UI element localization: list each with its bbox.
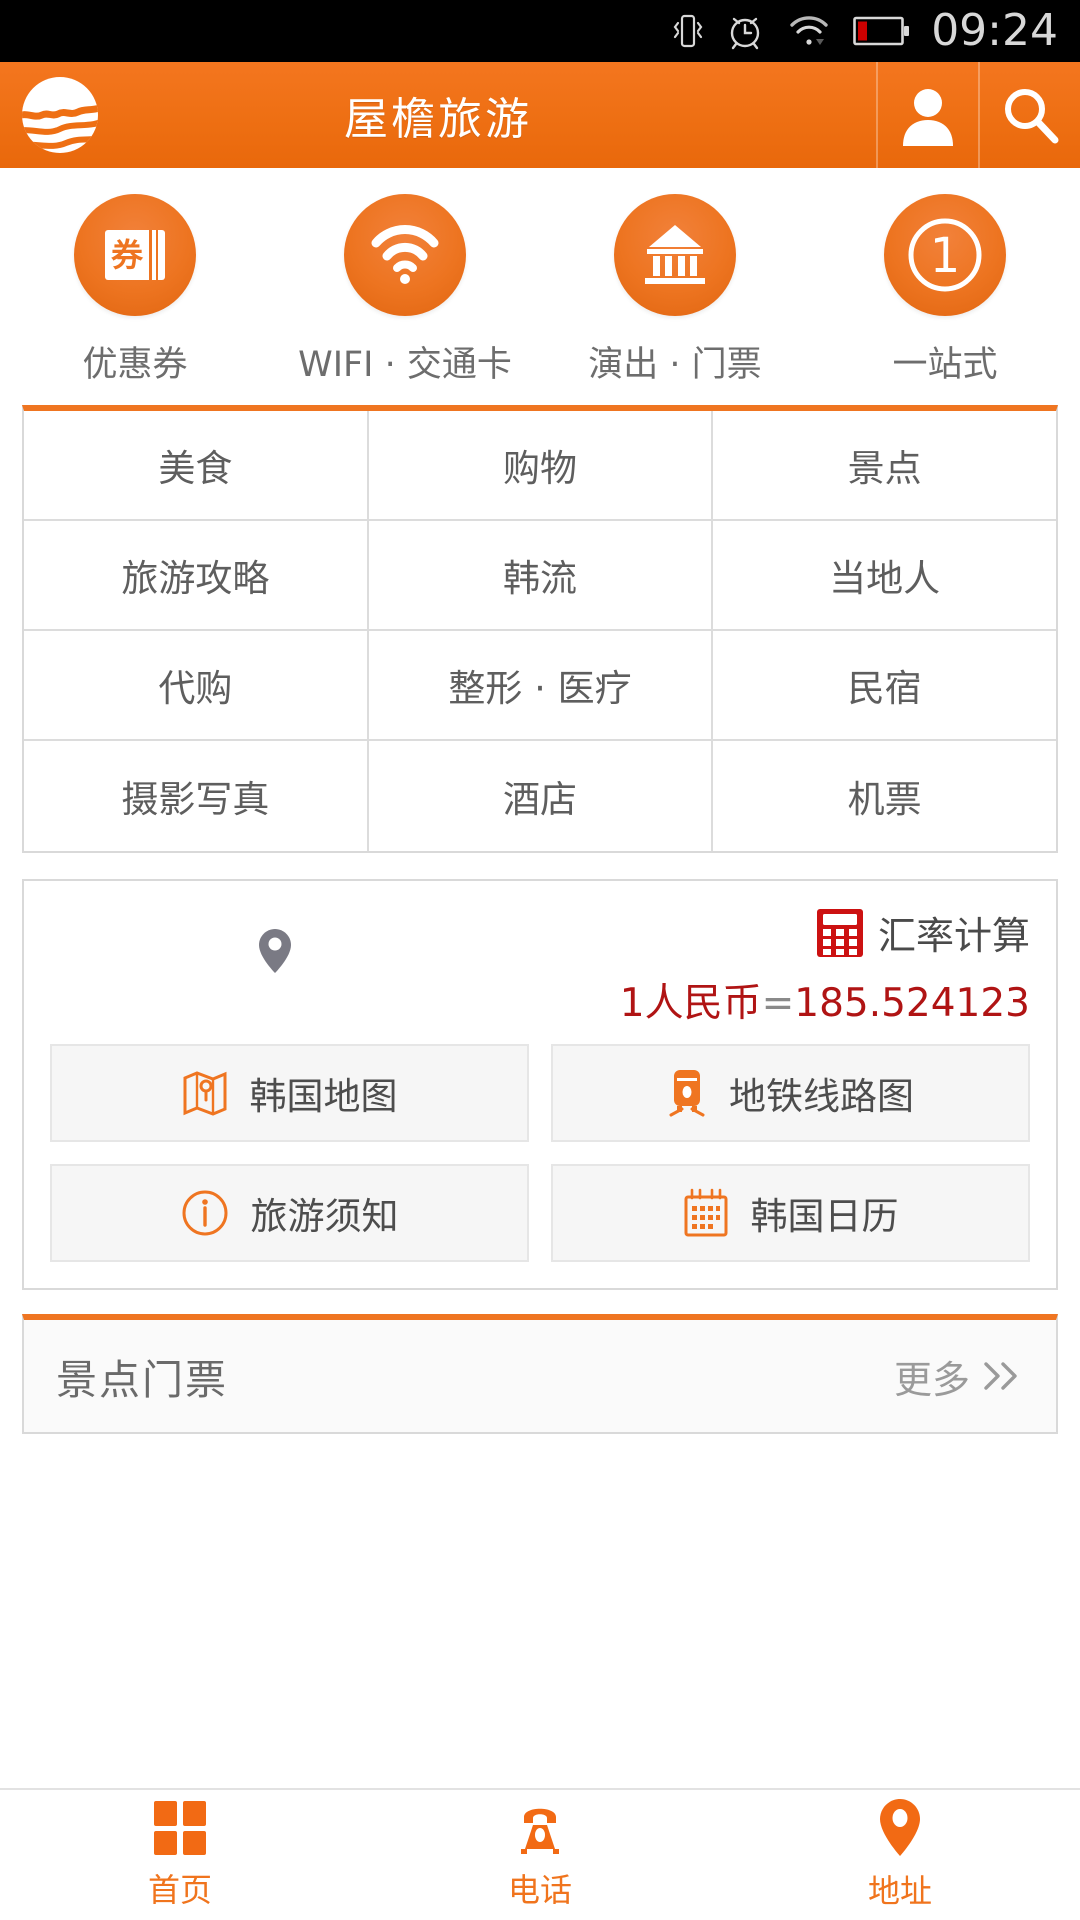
menu-row: 摄影写真 酒店 机票 bbox=[24, 741, 1056, 851]
tool-button-label: 韩国日历 bbox=[751, 1186, 899, 1240]
page-title: 屋檐旅游 bbox=[0, 62, 876, 168]
menu-cell-flight-ticket[interactable]: 机票 bbox=[713, 741, 1056, 851]
nav-item-home[interactable]: 首页 bbox=[0, 1790, 360, 1920]
nav-item-label: 电话 bbox=[508, 1865, 572, 1911]
wifi-icon bbox=[370, 225, 440, 285]
search-icon bbox=[1000, 85, 1060, 145]
menu-row: 代购 整形 · 医疗 民宿 bbox=[24, 631, 1056, 741]
quick-link-label: 优惠券 bbox=[82, 336, 187, 387]
status-bar: 09:24 bbox=[0, 0, 1080, 62]
quick-links-row: 券 优惠券 WIFI · 交通卡 bbox=[0, 168, 1080, 405]
tool-button-travel-notice[interactable]: 旅游须知 bbox=[50, 1164, 529, 1262]
nav-item-label: 首页 bbox=[148, 1865, 212, 1911]
folded-map-icon bbox=[182, 1069, 228, 1117]
menu-cell-photography[interactable]: 摄影写真 bbox=[24, 741, 369, 851]
menu-cell-food[interactable]: 美食 bbox=[24, 411, 369, 519]
nav-item-address[interactable]: 地址 bbox=[720, 1790, 1080, 1920]
quick-link-label: WIFI · 交通卡 bbox=[298, 336, 512, 387]
map-pin-icon bbox=[258, 927, 292, 975]
number-one-circle-icon: 1 bbox=[906, 216, 984, 294]
battery-low-icon bbox=[853, 14, 911, 48]
menu-row: 美食 购物 景点 bbox=[24, 411, 1056, 521]
wifi-icon bbox=[787, 11, 831, 51]
tool-button-label: 地铁线路图 bbox=[729, 1066, 914, 1120]
category-menu-grid: 美食 购物 景点 旅游攻略 韩流 当地人 代购 整形 · 医疗 民宿 摄影写真 … bbox=[22, 405, 1058, 853]
menu-cell-attractions[interactable]: 景点 bbox=[713, 411, 1056, 519]
profile-button[interactable] bbox=[876, 62, 978, 168]
menu-cell-hotel[interactable]: 酒店 bbox=[369, 741, 714, 851]
menu-cell-purchasing-agent[interactable]: 代购 bbox=[24, 631, 369, 739]
quick-link-label: 演出 · 门票 bbox=[588, 336, 761, 387]
vibrate-icon bbox=[673, 11, 703, 51]
chevron-double-right-icon bbox=[980, 1358, 1024, 1394]
status-clock: 09:24 bbox=[931, 9, 1058, 53]
quick-link-circle: 券 bbox=[74, 194, 196, 316]
nav-item-phone[interactable]: 电话 bbox=[360, 1790, 720, 1920]
tool-button-label: 韩国地图 bbox=[250, 1066, 398, 1120]
tool-button-korea-map[interactable]: 韩国地图 bbox=[50, 1044, 529, 1142]
menu-cell-locals[interactable]: 当地人 bbox=[713, 521, 1056, 629]
section-more-label: 更多 bbox=[894, 1349, 970, 1404]
coupon-icon: 券 bbox=[103, 226, 167, 284]
menu-row: 旅游攻略 韩流 当地人 bbox=[24, 521, 1056, 631]
svg-text:1: 1 bbox=[930, 228, 961, 284]
menu-cell-homestay[interactable]: 民宿 bbox=[713, 631, 1056, 739]
section-title: 景点门票 bbox=[56, 1346, 228, 1406]
tool-button-label: 旅游须知 bbox=[251, 1186, 399, 1240]
menu-cell-travel-guide[interactable]: 旅游攻略 bbox=[24, 521, 369, 629]
app-screen: 09:24 屋檐旅游 bbox=[0, 0, 1080, 1920]
museum-icon bbox=[641, 223, 709, 287]
location-area[interactable] bbox=[50, 905, 500, 975]
tools-card: 汇率计算 1人民币=185.524123 韩国地图 bbox=[22, 879, 1058, 1290]
quick-link-wifi-transport[interactable]: WIFI · 交通卡 bbox=[270, 194, 540, 387]
menu-cell-hallyu[interactable]: 韩流 bbox=[369, 521, 714, 629]
tool-button-grid: 韩国地图 地铁线路图 旅游须知 bbox=[24, 1034, 1056, 1288]
quick-link-coupon[interactable]: 券 优惠券 bbox=[0, 194, 270, 387]
exchange-rate-title: 汇率计算 bbox=[878, 905, 1030, 960]
exchange-rate-header: 汇率计算 bbox=[816, 905, 1030, 960]
app-header: 屋檐旅游 bbox=[0, 62, 1080, 168]
calculator-icon bbox=[816, 908, 864, 958]
calendar-icon bbox=[683, 1188, 729, 1238]
content-spacer bbox=[0, 1434, 1080, 1788]
nav-item-label: 地址 bbox=[868, 1866, 932, 1912]
telephone-icon bbox=[511, 1799, 569, 1857]
subway-train-icon bbox=[667, 1068, 707, 1118]
status-icons bbox=[673, 11, 911, 51]
quick-link-circle: 1 bbox=[884, 194, 1006, 316]
menu-cell-plastic-surgery-medical[interactable]: 整形 · 医疗 bbox=[369, 631, 714, 739]
section-more-link[interactable]: 更多 bbox=[894, 1349, 1024, 1404]
rate-base: 1人民币 bbox=[620, 981, 762, 1026]
grid-home-icon bbox=[152, 1799, 208, 1857]
map-pin-icon bbox=[878, 1798, 922, 1858]
info-circle-icon bbox=[181, 1189, 229, 1237]
rate-equals: = bbox=[762, 981, 795, 1026]
exchange-rate-value: 1人民币=185.524123 bbox=[620, 972, 1030, 1028]
tools-top-row: 汇率计算 1人民币=185.524123 bbox=[24, 881, 1056, 1034]
rate-amount: 185.524123 bbox=[794, 981, 1030, 1026]
exchange-rate-area[interactable]: 汇率计算 1人民币=185.524123 bbox=[500, 905, 1030, 1028]
tool-button-korea-calendar[interactable]: 韩国日历 bbox=[551, 1164, 1030, 1262]
svg-text:券: 券 bbox=[111, 236, 144, 274]
quick-link-show-ticket[interactable]: 演出 · 门票 bbox=[540, 194, 810, 387]
section-header-attraction-tickets[interactable]: 景点门票 更多 bbox=[22, 1314, 1058, 1434]
person-icon bbox=[899, 84, 957, 146]
tool-button-subway-map[interactable]: 地铁线路图 bbox=[551, 1044, 1030, 1142]
search-button[interactable] bbox=[978, 62, 1080, 168]
quick-link-label: 一站式 bbox=[892, 336, 997, 387]
bottom-nav-bar: 首页 电话 地址 bbox=[0, 1788, 1080, 1920]
quick-link-circle bbox=[614, 194, 736, 316]
menu-cell-shopping[interactable]: 购物 bbox=[369, 411, 714, 519]
quick-link-circle bbox=[344, 194, 466, 316]
quick-link-onestop[interactable]: 1 一站式 bbox=[810, 194, 1080, 387]
alarm-clock-icon bbox=[725, 11, 765, 51]
